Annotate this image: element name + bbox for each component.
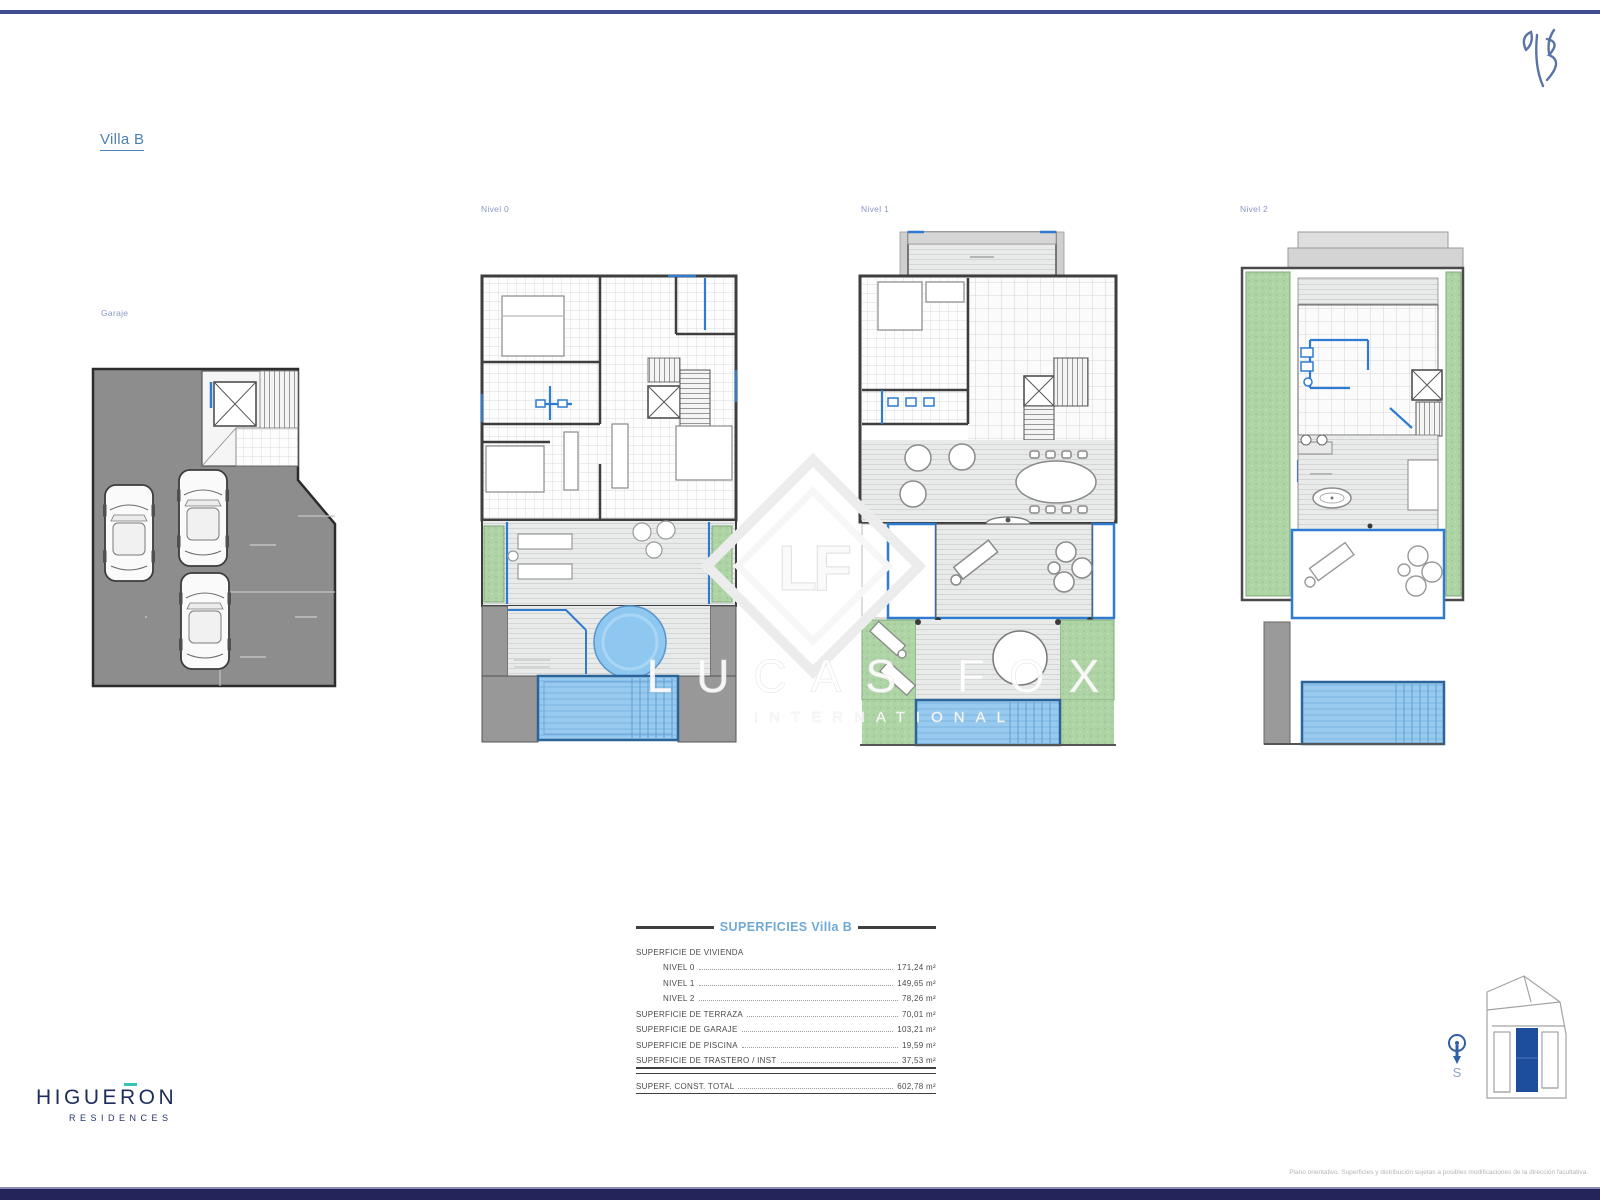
roof-slab-1 (1298, 232, 1448, 248)
dotted-leader (699, 1000, 898, 1001)
terrace-deck (482, 520, 736, 606)
dotted-leader (738, 1088, 893, 1089)
car-2 (177, 470, 229, 566)
header-rule-right (858, 926, 936, 929)
higueron-logo: HIGUERON RESIDENCES (36, 1086, 177, 1123)
watermark-line2: INTERNATIONAL (754, 709, 1016, 726)
table-header: SUPERFICIES Villa B (636, 920, 936, 934)
plan-sheet: Villa B Garaje Nivel 0 Nivel 1 Nivel 2 (0, 0, 1600, 1200)
row-label: SUPERFICIE DE TERRAZA (636, 1010, 743, 1019)
table-row: SUPERFICIE DE PISCINA 19,59 m² (636, 1034, 936, 1050)
garden-right-lower (1060, 700, 1114, 745)
header-rule-left (636, 926, 714, 929)
superficies-table: SUPERFICIES Villa B SUPERFICIE DE VIVIEN… (636, 920, 936, 1094)
brand-name-text: HIGUERON (36, 1086, 177, 1109)
compass: S (1449, 1035, 1465, 1080)
row-label: SUPERFICIE DE VIVIENDA (636, 948, 744, 957)
row-value: 78,26 m² (902, 994, 936, 1003)
dotted-leader (699, 985, 894, 986)
row-label: NIVEL 0 (663, 963, 695, 972)
floor-plan-garaje (93, 369, 335, 686)
dotted-leader (747, 1016, 898, 1017)
brand-accent-macron (124, 1083, 137, 1086)
compass-south-label: S (1453, 1065, 1462, 1080)
bathtub (1313, 488, 1351, 508)
stairs (1416, 402, 1442, 436)
footer-disclaimer: Plano orientativo. Superficies y distrib… (1258, 1169, 1588, 1176)
dotted-leader (742, 1031, 894, 1032)
car-1 (103, 485, 155, 581)
pool-deck-left (482, 676, 538, 742)
row-value: 171,24 m² (897, 963, 936, 972)
pergola-slats (1298, 278, 1438, 304)
table-row: NIVEL 1 149,65 m² (636, 972, 936, 988)
upper-terrace-tab (900, 232, 1064, 276)
green-roof-left (1246, 272, 1290, 596)
watermark-monogram: LF (778, 532, 850, 604)
row-value: 19,59 m² (902, 1041, 936, 1050)
side-wall-left (1264, 622, 1290, 744)
table-row: SUPERFICIE DE TERRAZA 70,01 m² (636, 1003, 936, 1019)
row-value: 149,65 m² (897, 979, 936, 988)
swimming-pool (1302, 682, 1444, 744)
side-wall-left (482, 606, 508, 676)
bottom-bar (0, 1187, 1600, 1200)
row-value: 70,01 m² (902, 1010, 936, 1019)
garden-strip-left (484, 526, 504, 602)
table-title: SUPERFICIES Villa B (720, 920, 852, 934)
green-roof-right (1446, 272, 1461, 596)
table-row: SUPERFICIE DE VIVIENDA (636, 941, 936, 957)
dotted-leader (699, 969, 894, 970)
row-label: SUPERFICIE DE TRASTERO / INST (636, 1056, 777, 1065)
brand-subtitle: RESIDENCES (36, 1113, 177, 1123)
row-value: 103,21 m² (897, 1025, 936, 1034)
row-label: NIVEL 2 (663, 994, 695, 1003)
row-value: 602,78 m² (897, 1082, 936, 1091)
brand-name: HIGUERON (36, 1086, 177, 1110)
watermark-line1: LUCAS FOX (647, 650, 1124, 702)
table-row: SUPERFICIE DE TRASTERO / INST 37,53 m² (636, 1050, 936, 1066)
table-end-rule (636, 1093, 936, 1094)
row-label: SUPERFICIE DE PISCINA (636, 1041, 738, 1050)
stairs-upper (648, 358, 680, 382)
car-3 (179, 573, 231, 669)
roof-slab-2 (1288, 248, 1463, 268)
garage-stair-core (202, 371, 298, 466)
site-key-plan (1487, 976, 1566, 1098)
table-row: SUPERFICIE DE GARAJE 103,21 m² (636, 1019, 936, 1035)
row-label: NIVEL 1 (663, 979, 695, 988)
dotted-leader (781, 1062, 898, 1063)
dotted-leader (742, 1047, 898, 1048)
terrace-room-right (1092, 524, 1114, 618)
highlighted-unit (1516, 1028, 1538, 1092)
floor-plan-nivel2 (1242, 232, 1463, 744)
bath-zone (862, 390, 968, 424)
daybed (1408, 460, 1438, 510)
row-value: 37,53 m² (902, 1056, 936, 1065)
table-row: NIVEL 0 171,24 m² (636, 957, 936, 973)
table-row: NIVEL 2 78,26 m² (636, 988, 936, 1004)
row-label: SUPERF. CONST. TOTAL (636, 1082, 734, 1091)
table-total-row: SUPERF. CONST. TOTAL 602,78 m² (636, 1075, 936, 1091)
row-label: SUPERFICIE DE GARAJE (636, 1025, 738, 1034)
stairs-upper (1054, 358, 1088, 406)
table-double-rule (636, 1067, 936, 1074)
